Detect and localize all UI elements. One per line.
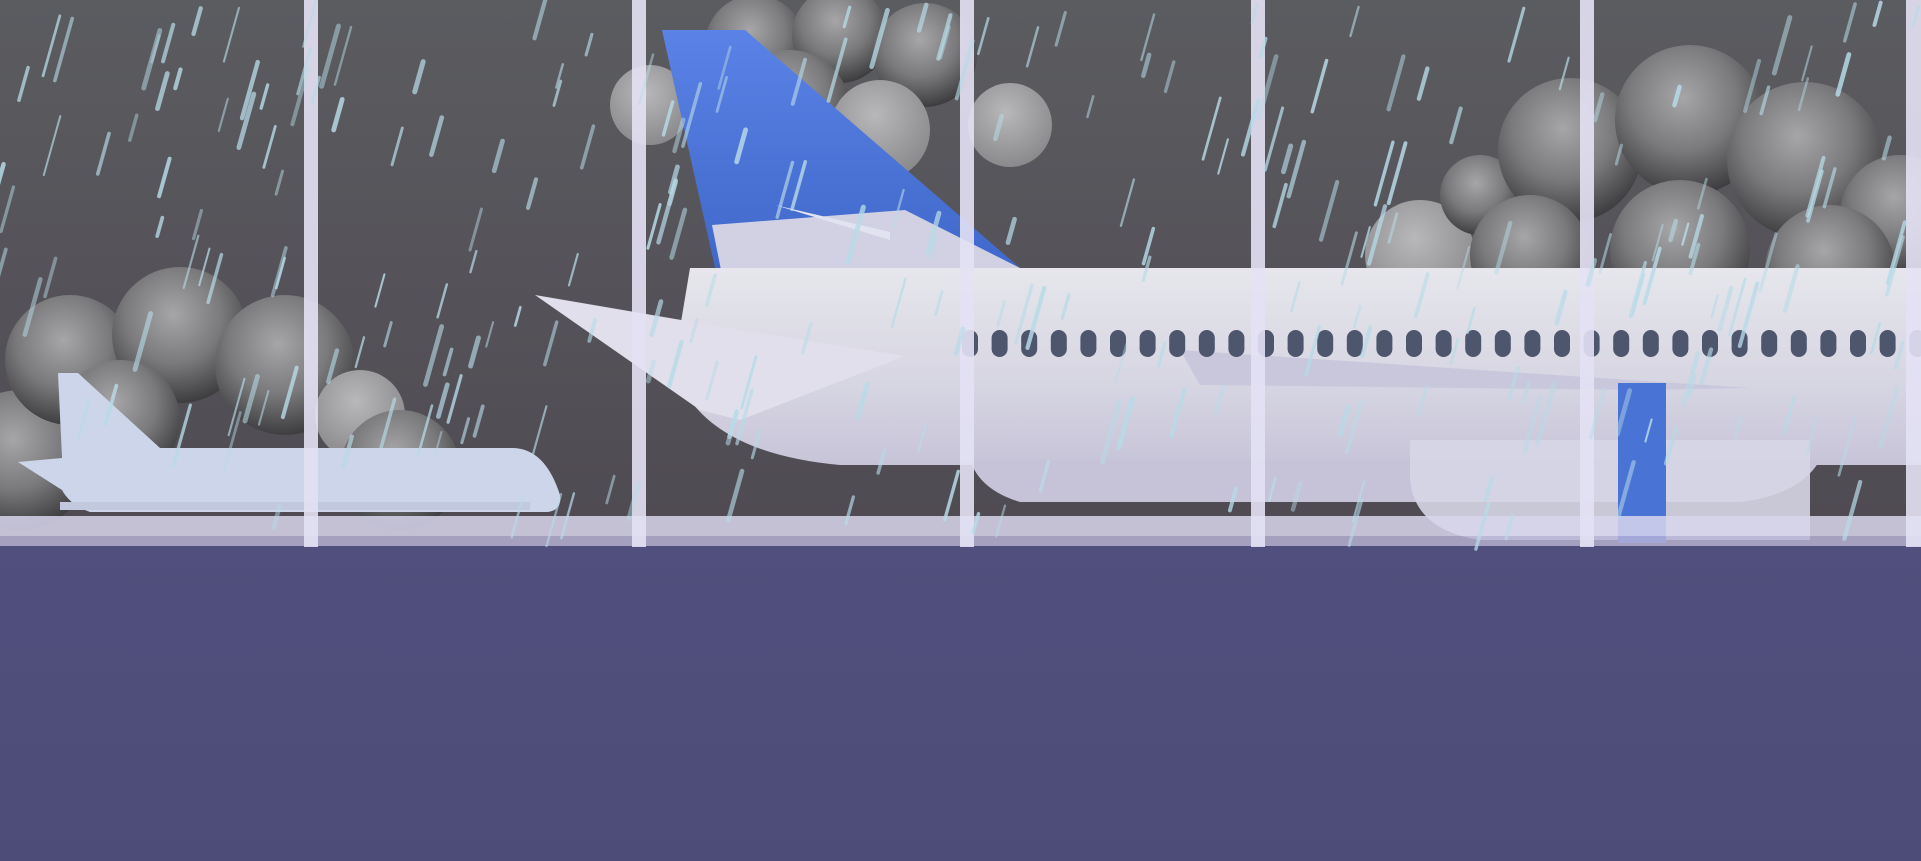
cabin-window [1790,330,1807,357]
cabin-window [1406,330,1422,357]
cabin-window [1198,330,1215,357]
cabin-window [1879,330,1896,357]
cabin-window [1169,330,1186,357]
cabin-window [1761,330,1778,357]
cabin-window [1524,330,1541,357]
cabin-window [1080,330,1097,357]
cabin-window [991,330,1008,357]
cabin-window [1494,330,1511,357]
cabin-window [1642,330,1659,357]
terminal-floor [0,547,1921,861]
rainy-airport-window-scene [0,0,1921,861]
cabin-window [1376,330,1393,357]
cabin-window [1317,330,1334,357]
cabin-window [1672,330,1689,357]
cabin-window [1139,330,1156,357]
cabin-window [1820,330,1837,357]
cabin-window [1850,330,1866,357]
cabin-window [1613,330,1630,357]
cabin-window [1554,330,1570,357]
cabin-window [1435,330,1452,357]
cabin-window [1050,330,1067,357]
cabin-window [1287,330,1304,357]
cabin-window [1465,330,1482,357]
cabin-window [1346,330,1363,357]
cabin-window [1228,330,1245,357]
